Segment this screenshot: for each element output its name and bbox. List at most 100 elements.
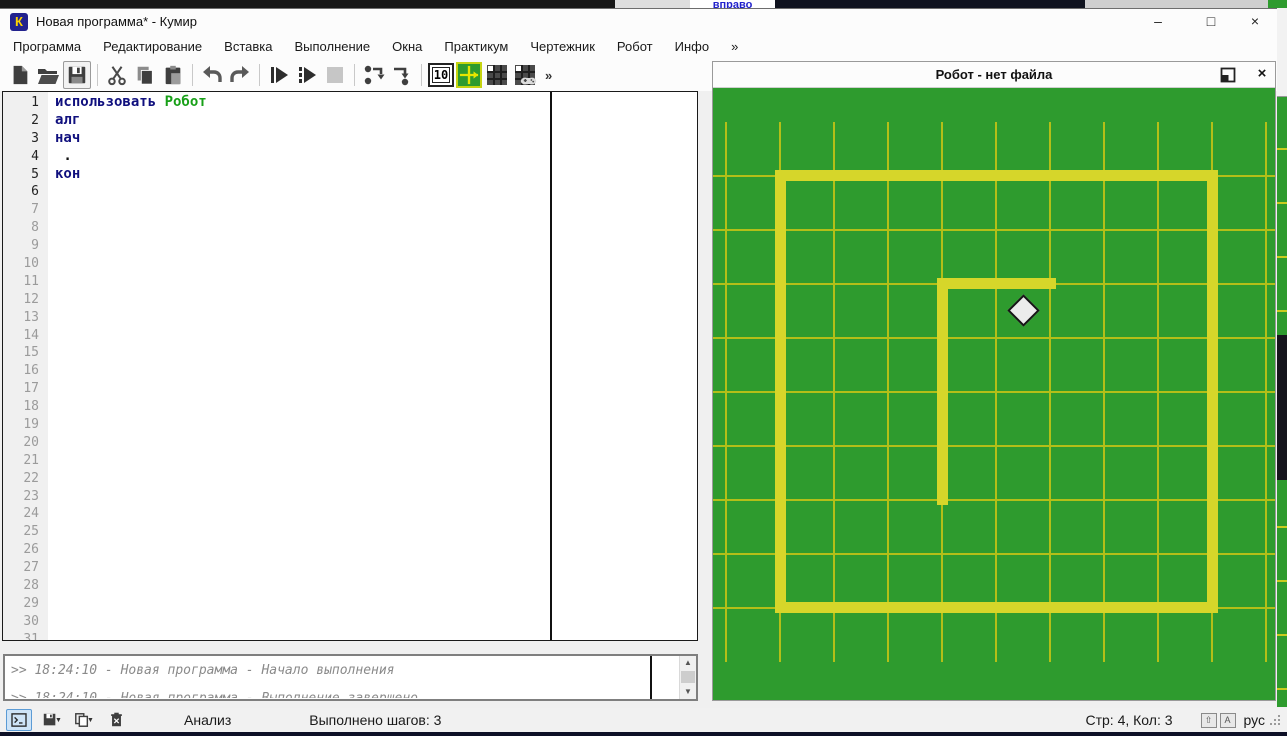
new-file-button[interactable] xyxy=(7,62,33,88)
line-number: 17 xyxy=(23,381,39,397)
minimize-button[interactable]: – xyxy=(1143,9,1173,35)
line-number: 11 xyxy=(23,273,39,289)
show-values-button[interactable]: 10 xyxy=(428,63,454,87)
robot-field-axes-icon xyxy=(459,65,479,85)
scroll-up-button[interactable]: ▲ xyxy=(680,656,696,670)
code-line[interactable]: нач xyxy=(55,130,80,148)
scrollbar-thumb[interactable] xyxy=(681,671,695,683)
copy-icon xyxy=(137,66,153,85)
undo-button[interactable] xyxy=(199,62,225,88)
code-editor[interactable]: 1 2 3 4 5 6 7 8 9 10 11 12 13 14 15 16 17 18 19 20 21 22 23 24 2… xyxy=(2,91,698,641)
run-button[interactable] xyxy=(266,62,292,88)
line-number: 18 xyxy=(23,399,39,415)
grid-icon xyxy=(487,65,507,85)
line-number: 14 xyxy=(23,327,39,343)
keyboard-layout-label[interactable]: рус xyxy=(1244,712,1265,728)
cut-button[interactable] xyxy=(104,62,130,88)
paste-button[interactable] xyxy=(160,62,186,88)
open-file-button[interactable] xyxy=(35,62,61,88)
run-icon xyxy=(271,67,288,83)
console-text: >> 18:24:10 - Новая программа - Начало в… xyxy=(11,657,647,698)
cut-scissors-icon xyxy=(108,66,126,86)
game-controller-button[interactable] xyxy=(512,62,538,88)
editor-code-area[interactable]: использовать Робот алг нач . кон xyxy=(55,92,549,640)
wall-segment xyxy=(775,170,786,613)
undo-icon xyxy=(203,66,222,82)
bg-seg-light xyxy=(615,0,690,8)
line-number: 26 xyxy=(23,542,39,558)
step-into-icon xyxy=(394,67,409,86)
gamepad-icon xyxy=(515,65,537,85)
robot-field[interactable] xyxy=(713,88,1275,700)
line-number: 21 xyxy=(23,452,39,468)
toolbar-separator xyxy=(97,64,98,86)
line-number: 13 xyxy=(23,309,39,325)
menu-programma[interactable]: Программа xyxy=(2,35,92,59)
line-number: 1 xyxy=(31,95,39,110)
menu-info[interactable]: Инфо xyxy=(664,35,720,59)
menu-vstavka[interactable]: Вставка xyxy=(213,35,283,59)
code-line[interactable]: использовать Робот xyxy=(55,94,207,112)
step-into-button[interactable] xyxy=(389,62,415,88)
terminal-icon xyxy=(11,713,27,727)
step-over-button[interactable] xyxy=(361,62,387,88)
scroll-down-button[interactable]: ▼ xyxy=(680,685,696,699)
kumir-logo-icon: К xyxy=(10,13,28,31)
robot-close-icon[interactable]: × xyxy=(1253,62,1271,87)
code-line[interactable]: . xyxy=(55,148,71,166)
new-file-icon xyxy=(13,65,28,85)
console-log: >> 18:24:10 - Новая программа - Начало в… xyxy=(3,654,698,701)
wall-segment xyxy=(937,278,948,505)
menu-redaktirovanie[interactable]: Редактирование xyxy=(92,35,213,59)
paste-clipboard-icon xyxy=(165,65,181,85)
robot-diamond[interactable] xyxy=(1006,293,1040,327)
save-log-button[interactable]: ▼ xyxy=(40,710,64,730)
background-window-top-strip: вправо xyxy=(0,0,1287,8)
clear-log-button[interactable] xyxy=(104,710,128,730)
menu-okna[interactable]: Окна xyxy=(381,35,433,59)
console-line: >> 18:24:10 - Новая программа - Выполнен… xyxy=(11,685,647,698)
console-scrollbar[interactable]: ▲ ▼ xyxy=(679,656,696,699)
stop-button[interactable] xyxy=(322,62,348,88)
bg-seg-green xyxy=(1268,0,1287,8)
caps-indicator-icon: ⇧ xyxy=(1200,712,1217,728)
line-number: 9 xyxy=(31,238,39,254)
window-titlebar: К Новая программа* - Кумир – □ × xyxy=(0,9,1277,35)
copy-log-button[interactable]: ▼ xyxy=(72,710,96,730)
close-button[interactable]: × xyxy=(1240,9,1270,35)
line-number: 12 xyxy=(23,291,39,307)
menu-chertezhnik[interactable]: Чертежник xyxy=(519,35,606,59)
copy-button[interactable] xyxy=(132,62,158,88)
undock-icon[interactable] xyxy=(1219,66,1237,84)
line-number: 3 xyxy=(31,130,39,146)
toolbar-overflow-chevron[interactable]: » xyxy=(545,68,552,83)
save-button[interactable] xyxy=(63,61,91,89)
bg-seg-text: вправо xyxy=(690,0,775,8)
menu-bar: Программа Редактирование Вставка Выполне… xyxy=(0,35,1277,59)
editor-gutter: 1 2 3 4 5 6 7 8 9 10 11 12 13 14 15 16 17 18 19 20 21 22 23 24 2… xyxy=(3,92,48,640)
drawing-grid-button[interactable] xyxy=(484,62,510,88)
status-steps-label: Выполнено шагов: 3 xyxy=(309,712,442,728)
line-number: 15 xyxy=(23,345,39,361)
code-line[interactable]: алг xyxy=(55,112,80,130)
background-window-right-strip xyxy=(1277,8,1287,707)
toolbar-separator xyxy=(259,64,260,86)
toolbar-separator xyxy=(421,64,422,86)
line-number: 4 xyxy=(31,148,39,164)
menu-vypolnenie[interactable]: Выполнение xyxy=(283,35,381,59)
code-token: Робот xyxy=(164,94,207,110)
status-bar: ▼ ▼ Анализ Выполнено шагов: 3 Стр: 4, Ко… xyxy=(0,708,1287,732)
menu-robot[interactable]: Робот xyxy=(606,35,664,59)
code-line[interactable]: кон xyxy=(55,166,80,184)
run-step-button[interactable] xyxy=(294,62,320,88)
robot-field-toggle-button[interactable] xyxy=(456,62,482,88)
menu-praktikum[interactable]: Практикум xyxy=(433,35,519,59)
wall-segment xyxy=(1207,170,1218,613)
console-toggle-button[interactable] xyxy=(6,709,32,731)
menu-overflow[interactable]: » xyxy=(720,35,749,59)
open-folder-icon xyxy=(38,69,59,84)
maximize-button[interactable]: □ xyxy=(1196,9,1226,35)
line-number: 29 xyxy=(23,595,39,611)
resize-grip[interactable] xyxy=(1269,714,1281,726)
redo-button[interactable] xyxy=(227,62,253,88)
